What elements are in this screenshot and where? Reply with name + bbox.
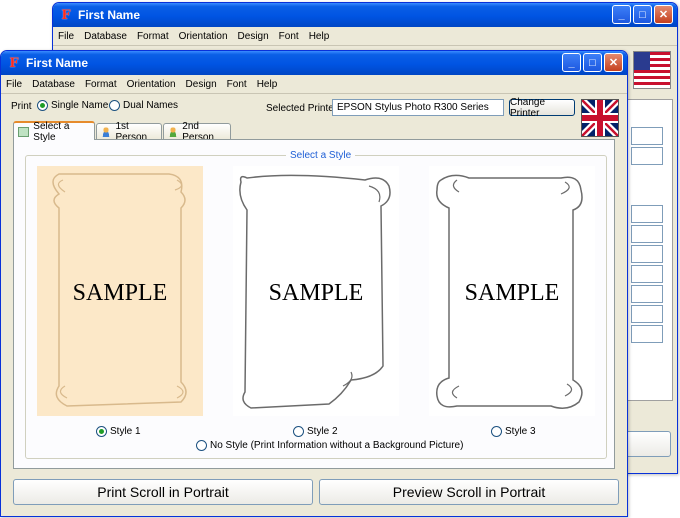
menu-font[interactable]: Font <box>222 79 252 90</box>
tab-select-a-style[interactable]: Select a Style <box>13 120 95 143</box>
back-field-8[interactable] <box>631 305 663 323</box>
dual-names-radio[interactable]: Dual Names <box>109 100 178 111</box>
menu-format[interactable]: Format <box>132 31 174 42</box>
back-field-7[interactable] <box>631 285 663 303</box>
group-title: Select a Style <box>286 150 356 161</box>
back-field-5[interactable] <box>631 245 663 263</box>
close-icon[interactable]: ✕ <box>654 5 673 24</box>
back-field-3[interactable] <box>631 205 663 223</box>
radio-selected-icon <box>96 426 107 437</box>
maximize-icon[interactable]: □ <box>633 5 652 24</box>
menu-help[interactable]: Help <box>304 31 335 42</box>
menu-orientation[interactable]: Orientation <box>122 79 181 90</box>
app-icon: F <box>61 7 71 23</box>
style-1-card[interactable]: SAMPLE <box>37 166 203 416</box>
maximize-icon[interactable]: □ <box>583 53 602 72</box>
menu-format[interactable]: Format <box>80 79 122 90</box>
person-icon <box>101 127 112 137</box>
single-name-label: Single Name <box>51 100 109 111</box>
menu-orientation[interactable]: Orientation <box>174 31 233 42</box>
minimize-icon[interactable]: _ <box>562 53 581 72</box>
style-3-label: Style 3 <box>505 426 536 437</box>
style-3-card[interactable]: SAMPLE <box>429 166 595 416</box>
us-flag-icon[interactable] <box>633 51 671 89</box>
radio-icon <box>196 440 207 451</box>
back-window-title: First Name <box>78 8 141 22</box>
change-printer-button[interactable]: Change Printer <box>509 96 575 119</box>
back-field-4[interactable] <box>631 225 663 243</box>
back-button[interactable] <box>625 431 671 457</box>
preview-scroll-label: Preview Scroll in Portrait <box>392 484 546 500</box>
style-1-radio[interactable]: Style 1 <box>96 426 141 437</box>
menu-font[interactable]: Font <box>274 31 304 42</box>
radio-icon <box>491 426 502 437</box>
menu-file[interactable]: File <box>53 31 79 42</box>
close-icon[interactable]: ✕ <box>604 53 623 72</box>
person-icon <box>168 127 179 137</box>
radio-icon <box>109 100 120 111</box>
preview-scroll-button[interactable]: Preview Scroll in Portrait <box>319 479 619 505</box>
back-title-bar[interactable]: F First Name _ □ ✕ <box>53 3 677 27</box>
minimize-icon[interactable]: _ <box>612 5 631 24</box>
back-field-2[interactable] <box>631 147 663 165</box>
back-menu-bar: File Database Format Orientation Design … <box>53 27 677 46</box>
menu-design[interactable]: Design <box>233 31 274 42</box>
printer-value: EPSON Stylus Photo R300 Series <box>337 102 489 113</box>
menu-help[interactable]: Help <box>252 79 283 90</box>
dual-names-label: Dual Names <box>123 100 179 111</box>
style-2-sample-text: SAMPLE <box>268 280 364 306</box>
menu-database[interactable]: Database <box>27 79 80 90</box>
style-3-radio[interactable]: Style 3 <box>491 426 536 437</box>
style-3-sample-text: SAMPLE <box>464 280 560 306</box>
print-scroll-label: Print Scroll in Portrait <box>97 484 229 500</box>
back-field-6[interactable] <box>631 265 663 283</box>
uk-flag-icon[interactable] <box>579 97 621 139</box>
no-style-radio[interactable]: No Style (Print Information without a Ba… <box>196 440 463 451</box>
radio-selected-icon <box>37 100 48 111</box>
front-window: F First Name _ □ ✕ File Database Format … <box>0 50 628 517</box>
tab-2nd-person[interactable]: 2nd Person <box>163 121 231 143</box>
front-menu-bar: File Database Format Orientation Design … <box>1 75 627 94</box>
tab-select-a-style-label: Select a Style <box>33 120 70 143</box>
print-label: Print <box>11 101 32 112</box>
back-field-1[interactable] <box>631 127 663 145</box>
radio-icon <box>293 426 304 437</box>
change-printer-label: Change Printer <box>510 96 546 119</box>
menu-file[interactable]: File <box>1 79 27 90</box>
back-field-9[interactable] <box>631 325 663 343</box>
printer-label: Selected Printer <box>266 103 338 114</box>
style-1-label: Style 1 <box>110 426 141 437</box>
app-icon: F <box>9 55 19 71</box>
style-2-radio[interactable]: Style 2 <box>293 426 338 437</box>
single-name-radio[interactable]: Single Name <box>37 100 108 111</box>
front-window-title: First Name <box>26 56 89 70</box>
printer-field[interactable]: EPSON Stylus Photo R300 Series <box>332 99 504 116</box>
tab-1st-person[interactable]: 1st Person <box>96 121 162 143</box>
menu-design[interactable]: Design <box>181 79 222 90</box>
style-2-card[interactable]: SAMPLE <box>233 166 399 416</box>
no-style-label: No Style (Print Information without a Ba… <box>210 440 464 451</box>
style-tab-icon <box>18 126 30 137</box>
menu-database[interactable]: Database <box>79 31 132 42</box>
front-title-bar[interactable]: F First Name _ □ ✕ <box>1 51 627 75</box>
style-1-sample-text: SAMPLE <box>72 280 168 306</box>
print-scroll-button[interactable]: Print Scroll in Portrait <box>13 479 313 505</box>
style-2-label: Style 2 <box>307 426 338 437</box>
